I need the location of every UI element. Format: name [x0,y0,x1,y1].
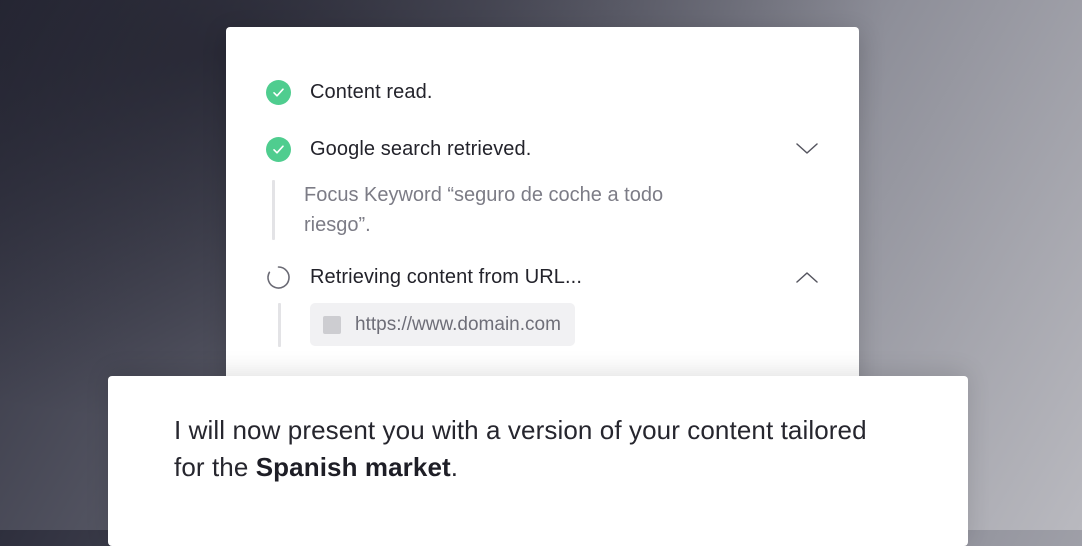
step-label: Content read. [310,80,433,103]
step-content-read: Content read. [266,77,819,107]
step-label: Google search retrieved. [310,137,532,160]
message-suffix: . [450,452,459,482]
progress-steps-card: Content read. Google search retrieved. F… [226,27,859,387]
step-google-search[interactable]: Google search retrieved. [266,134,819,164]
step-retrieving-url[interactable]: Retrieving content from URL... [266,262,819,292]
loading-spinner-icon [266,265,291,290]
check-circle-icon [266,136,291,162]
chevron-down-icon[interactable] [795,137,819,161]
assistant-message-card: I will now present you with a version of… [108,376,968,546]
detail-rail [278,303,281,347]
step-label: Retrieving content from URL... [310,265,582,288]
url-chip[interactable]: https://www.domain.com [310,303,575,346]
chevron-up-icon[interactable] [795,265,819,289]
message-emphasis: Spanish market [255,452,451,482]
favicon-icon [323,315,341,334]
url-text: https://www.domain.com [355,313,561,335]
focus-keyword-detail: Focus Keyword “seguro de coche a todo ri… [304,184,664,236]
check-circle-icon [266,79,291,105]
assistant-message: I will now present you with a version of… [174,412,894,486]
detail-rail [272,180,275,240]
